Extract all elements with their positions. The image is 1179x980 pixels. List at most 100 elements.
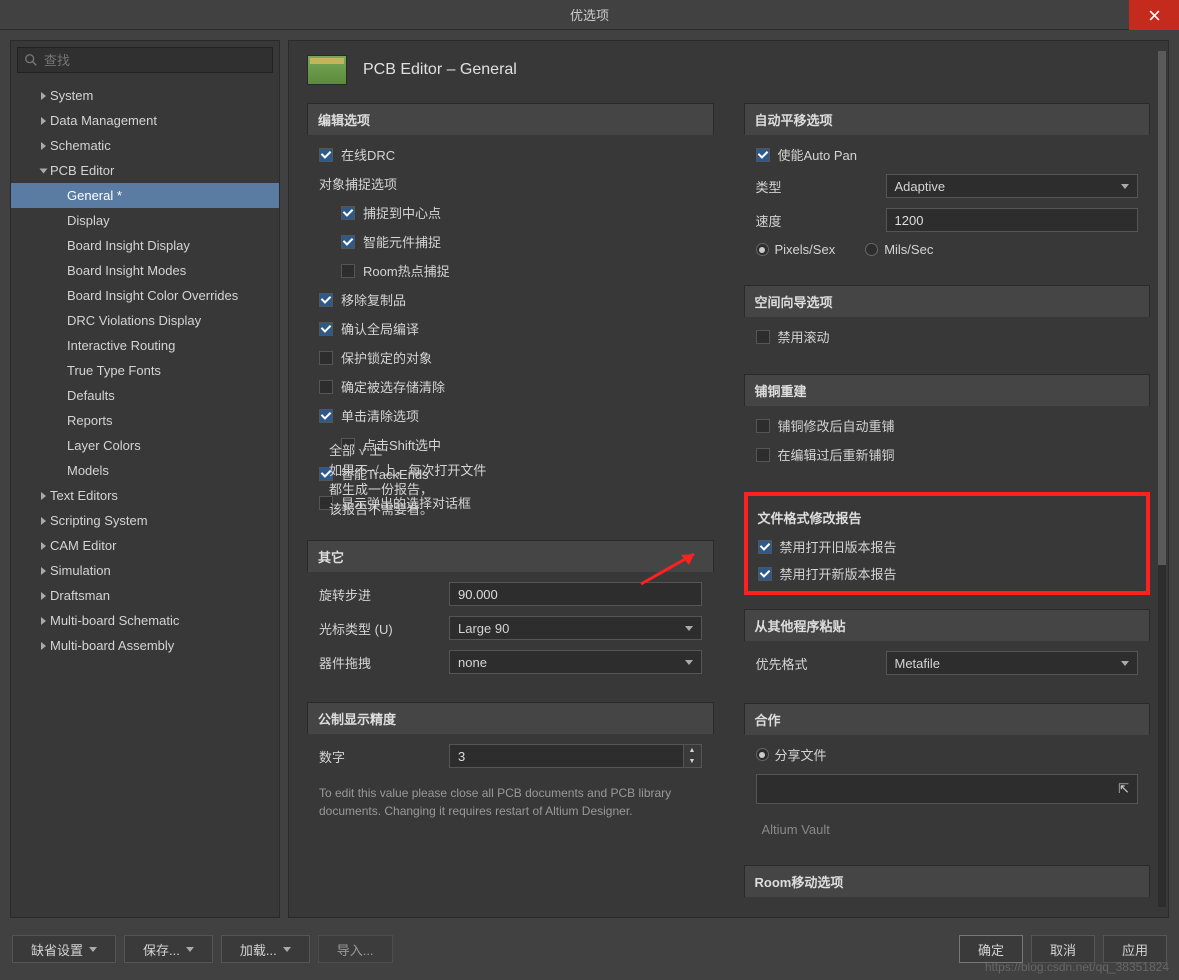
- defaults-button[interactable]: 缺省设置: [12, 935, 116, 963]
- radio-pixels[interactable]: Pixels/Sex: [756, 242, 836, 257]
- tree-item[interactable]: Schematic: [11, 133, 279, 158]
- chk-room-hot[interactable]: Room热点捕捉: [341, 261, 702, 280]
- chk-repour-edit[interactable]: 在编辑过后重新铺铜: [756, 445, 1139, 464]
- section-report-highlight: 文件格式修改报告 禁用打开旧版本报告 禁用打开新版本报告: [744, 492, 1151, 595]
- chk-disable-new-report[interactable]: 禁用打开新版本报告: [758, 564, 1137, 583]
- tree-item[interactable]: PCB Editor: [11, 158, 279, 183]
- chk-disable-old-report[interactable]: 禁用打开旧版本报告: [758, 537, 1137, 556]
- tree-item[interactable]: Interactive Routing: [11, 333, 279, 358]
- chk-shift-click[interactable]: 点击Shift选中: [341, 435, 702, 454]
- tree-item[interactable]: Multi-board Assembly: [11, 633, 279, 658]
- tree-item-label: Board Insight Modes: [67, 263, 186, 278]
- chevron-down-icon: [283, 947, 291, 952]
- drag-select[interactable]: none: [449, 650, 702, 674]
- search-box[interactable]: [17, 47, 273, 73]
- chk-protect-locked[interactable]: 保护锁定的对象: [319, 348, 702, 367]
- tree-item[interactable]: Multi-board Schematic: [11, 608, 279, 633]
- tree-item-label: Text Editors: [50, 488, 118, 503]
- chk-smart-snap[interactable]: 智能元件捕捉: [341, 232, 702, 251]
- chk-remove-dup[interactable]: 移除复制品: [319, 290, 702, 309]
- tree-item-label: Defaults: [67, 388, 115, 403]
- expand-icon: [41, 492, 46, 500]
- tree-item[interactable]: Models: [11, 458, 279, 483]
- tree-item[interactable]: CAM Editor: [11, 533, 279, 558]
- chevron-down-icon: [1121, 184, 1129, 189]
- tree-item-label: DRC Violations Display: [67, 313, 201, 328]
- tree-item[interactable]: General *: [11, 183, 279, 208]
- section-other: 其它 旋转步进 光标类型 (U) Large 90 器件拖拽 none: [307, 540, 714, 684]
- tree-item[interactable]: Board Insight Modes: [11, 258, 279, 283]
- tree-item[interactable]: Defaults: [11, 383, 279, 408]
- chk-confirm-global[interactable]: 确认全局编译: [319, 319, 702, 338]
- ok-button[interactable]: 确定: [959, 935, 1023, 963]
- chk-repour-auto[interactable]: 铺铜修改后自动重铺: [756, 416, 1139, 435]
- cursor-select[interactable]: Large 90: [449, 616, 702, 640]
- load-button[interactable]: 加载...: [221, 935, 310, 963]
- chevron-down-icon: [186, 947, 194, 952]
- tree-item[interactable]: Draftsman: [11, 583, 279, 608]
- tree-item[interactable]: Layer Colors: [11, 433, 279, 458]
- pan-type-select[interactable]: Adaptive: [886, 174, 1139, 198]
- tree-item[interactable]: DRC Violations Display: [11, 308, 279, 333]
- chk-smart-trackends[interactable]: 智能TrackEnds: [319, 464, 702, 483]
- tree-item[interactable]: True Type Fonts: [11, 358, 279, 383]
- chk-confirm-sel-clear[interactable]: 确定被选存储清除: [319, 377, 702, 396]
- rot-step-input[interactable]: [449, 582, 702, 606]
- cancel-button[interactable]: 取消: [1031, 935, 1095, 963]
- close-button[interactable]: [1129, 0, 1179, 30]
- tree-item-label: Draftsman: [50, 588, 110, 603]
- section-collab: 合作 分享文件 ⇱ Altium Vault: [744, 703, 1151, 847]
- browse-icon[interactable]: ⇱: [1118, 781, 1129, 797]
- window-title: 优选项: [570, 5, 609, 24]
- content-panel: PCB Editor – General 编辑选项 在线DRC 对象捕捉选项 捕…: [288, 40, 1169, 918]
- radio-mils[interactable]: Mils/Sec: [865, 242, 933, 257]
- chk-online-drc[interactable]: 在线DRC: [319, 145, 702, 164]
- chevron-down-icon: [1121, 661, 1129, 666]
- vault-label: Altium Vault: [762, 822, 1139, 837]
- digits-spinner[interactable]: ▲▼: [684, 744, 702, 768]
- section-autopan-title: 自动平移选项: [744, 103, 1151, 135]
- radio-share-file[interactable]: 分享文件: [756, 745, 1139, 764]
- tree-item-label: Interactive Routing: [67, 338, 175, 353]
- tree-item-label: Layer Colors: [67, 438, 141, 453]
- main-area: SystemData ManagementSchematicPCB Editor…: [0, 30, 1179, 928]
- metric-hint: To edit this value please close all PCB …: [319, 784, 702, 820]
- tree-item[interactable]: Reports: [11, 408, 279, 433]
- nav-tree[interactable]: SystemData ManagementSchematicPCB Editor…: [11, 79, 279, 917]
- tree-item[interactable]: System: [11, 83, 279, 108]
- row-pan-type: 类型 Adaptive: [756, 174, 1139, 198]
- row-rot-step: 旋转步进: [319, 582, 702, 606]
- obj-snap-label: 对象捕捉选项: [319, 174, 702, 193]
- tree-item[interactable]: Board Insight Color Overrides: [11, 283, 279, 308]
- tree-item[interactable]: Text Editors: [11, 483, 279, 508]
- tree-item[interactable]: Display: [11, 208, 279, 233]
- chk-click-clear[interactable]: 单击清除选项: [319, 406, 702, 425]
- scrollbar-thumb[interactable]: [1158, 51, 1166, 565]
- search-input[interactable]: [44, 53, 266, 68]
- section-room-title: Room移动选项: [744, 865, 1151, 897]
- apply-button[interactable]: 应用: [1103, 935, 1167, 963]
- tree-item[interactable]: Data Management: [11, 108, 279, 133]
- scrollbar[interactable]: [1158, 51, 1166, 907]
- pan-speed-input[interactable]: [886, 208, 1139, 232]
- section-space: 空间向导选项 禁用滚动: [744, 285, 1151, 356]
- search-icon: [24, 53, 38, 67]
- share-path-input[interactable]: ⇱: [756, 774, 1139, 804]
- section-repour-title: 铺铜重建: [744, 374, 1151, 406]
- section-report-title: 文件格式修改报告: [758, 504, 1137, 531]
- chk-show-popup[interactable]: 显示弹出的选择对话框: [319, 493, 702, 512]
- tree-item[interactable]: Scripting System: [11, 508, 279, 533]
- chk-snap-center[interactable]: 捕捉到中心点: [341, 203, 702, 222]
- chevron-down-icon: [685, 660, 693, 665]
- section-metric: 公制显示精度 数字 ▲▼ To edit this value please c…: [307, 702, 714, 830]
- section-repour: 铺铜重建 铺铜修改后自动重铺 在编辑过后重新铺铜: [744, 374, 1151, 474]
- save-button[interactable]: 保存...: [124, 935, 213, 963]
- tree-item[interactable]: Simulation: [11, 558, 279, 583]
- chk-disable-roll[interactable]: 禁用滚动: [756, 327, 1139, 346]
- chk-enable-autopan[interactable]: 使能Auto Pan: [756, 145, 1139, 164]
- paste-fmt-select[interactable]: Metafile: [886, 651, 1139, 675]
- tree-item[interactable]: Board Insight Display: [11, 233, 279, 258]
- digits-input[interactable]: [449, 744, 684, 768]
- tree-item-label: Board Insight Display: [67, 238, 190, 253]
- import-button[interactable]: 导入...: [318, 935, 393, 963]
